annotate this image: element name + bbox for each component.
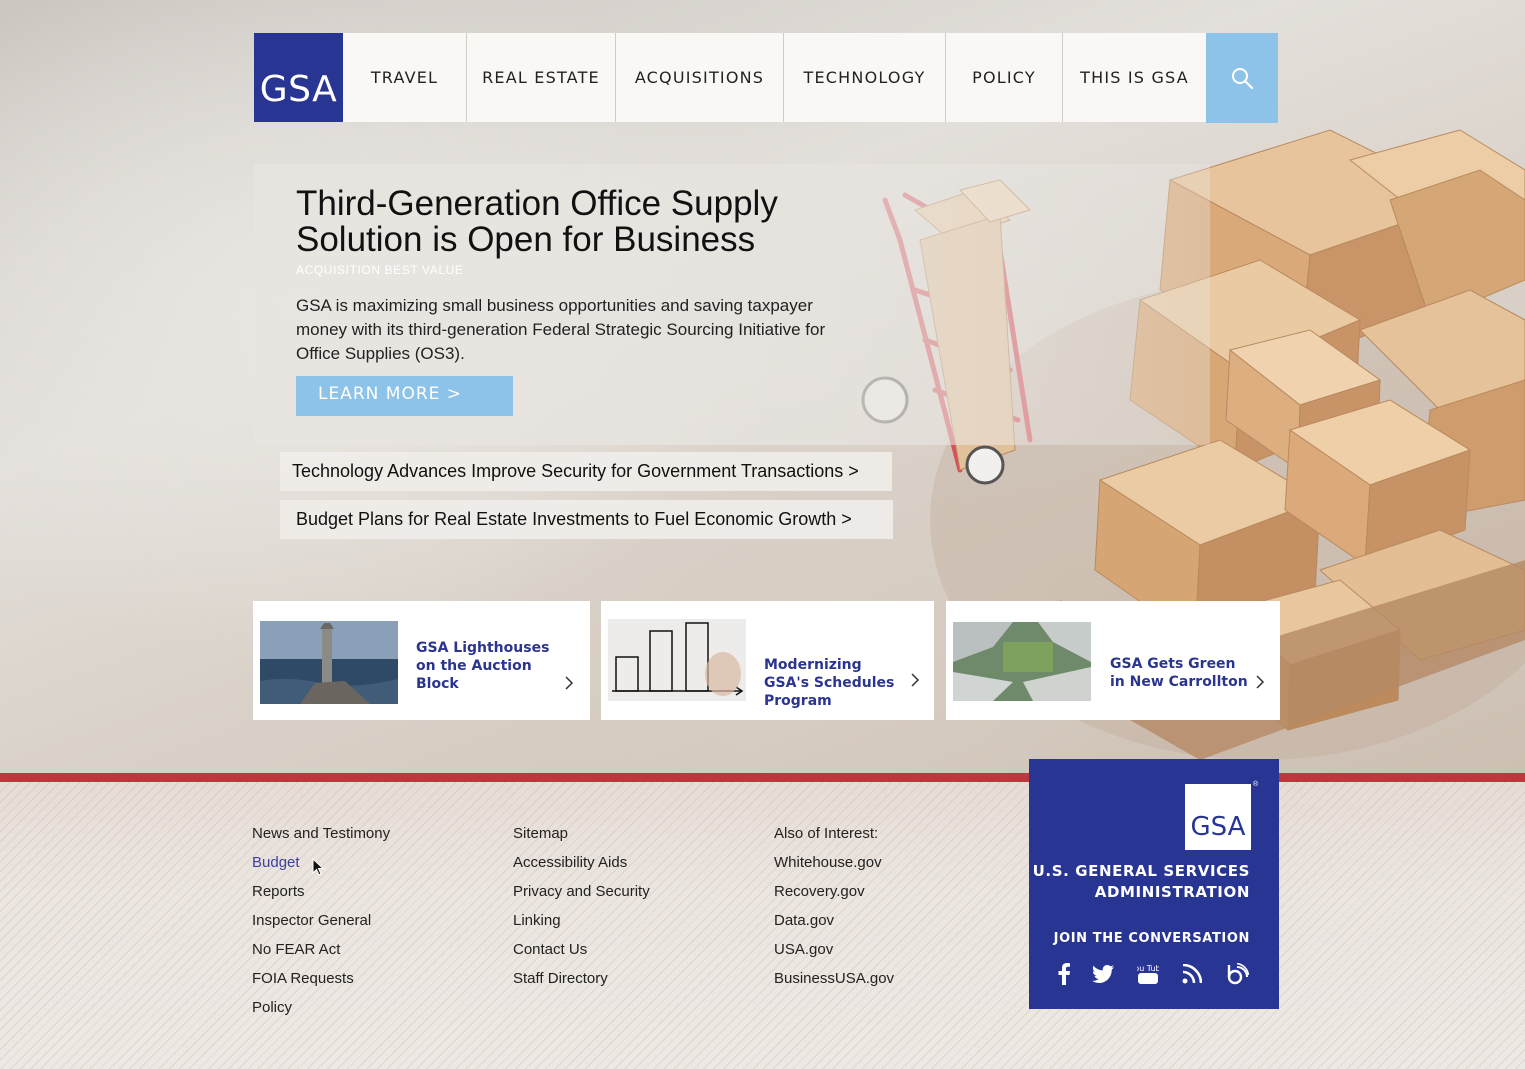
chevron-right-icon <box>565 676 574 690</box>
gsa-logo-text: GSA <box>259 69 338 110</box>
site-footer: News and Testimony Budget Reports Inspec… <box>0 782 1525 1069</box>
mouse-cursor-icon <box>312 858 324 876</box>
footer-link-usa[interactable]: USA.gov <box>774 941 894 970</box>
agency-panel: GSA ® U.S. GENERAL SERVICES ADMINISTRATI… <box>1029 759 1279 1009</box>
headline-link-budget[interactable]: Budget Plans for Real Estate Investments… <box>280 500 893 539</box>
gsa-footer-logo[interactable]: GSA <box>1185 784 1251 850</box>
hero-title[interactable]: Third-Generation Office Supply Solution … <box>296 186 856 258</box>
nav-item-policy[interactable]: POLICY <box>946 33 1063 122</box>
feature-card-schedules[interactable]: Modernizing GSA's Schedules Program <box>601 601 934 720</box>
footer-column-site: Sitemap Accessibility Aids Privacy and S… <box>513 825 650 999</box>
footer-link-recovery[interactable]: Recovery.gov <box>774 883 894 912</box>
search-button[interactable] <box>1206 33 1278 123</box>
footer-link-linking[interactable]: Linking <box>513 912 650 941</box>
blog-icon[interactable] <box>1226 962 1250 986</box>
building-aerial-thumbnail <box>953 622 1091 701</box>
nav-item-acquisitions[interactable]: ACQUISITIONS <box>616 33 784 122</box>
footer-link-no-fear[interactable]: No FEAR Act <box>252 941 390 970</box>
search-icon <box>1232 68 1254 90</box>
chart-sketch-thumbnail <box>608 619 746 701</box>
headline-link-security[interactable]: Technology Advances Improve Security for… <box>280 452 892 491</box>
chevron-right-icon <box>1256 675 1265 689</box>
footer-divider <box>0 773 1525 782</box>
nav-item-technology[interactable]: TECHNOLOGY <box>784 33 946 122</box>
rss-icon[interactable] <box>1180 962 1204 986</box>
footer-heading-also-of-interest: Also of Interest: <box>774 825 879 842</box>
agency-name-line1: U.S. GENERAL SERVICES <box>1032 862 1250 880</box>
feature-card-lighthouses[interactable]: GSA Lighthouses on the Auction Block <box>253 601 590 720</box>
nav-item-real-estate[interactable]: REAL ESTATE <box>467 33 616 122</box>
footer-link-staff-directory[interactable]: Staff Directory <box>513 970 650 999</box>
lighthouse-thumbnail <box>260 621 398 704</box>
agency-name: U.S. GENERAL SERVICES ADMINISTRATION <box>1033 861 1250 903</box>
feature-card-carrollton[interactable]: GSA Gets Green in New Carrollton <box>946 601 1280 720</box>
youtube-icon[interactable]: You Tube <box>1136 962 1160 986</box>
hero-description: GSA is maximizing small business opportu… <box>296 296 826 363</box>
footer-link-inspector-general[interactable]: Inspector General <box>252 912 390 941</box>
footer-link-reports[interactable]: Reports <box>252 883 390 912</box>
footer-link-whitehouse[interactable]: Whitehouse.gov <box>774 854 894 883</box>
youtube-icon-label: You Tube <box>1137 964 1159 973</box>
footer-column-about: News and Testimony Budget Reports Inspec… <box>252 825 390 1028</box>
footer-link-data[interactable]: Data.gov <box>774 912 894 941</box>
footer-link-policy[interactable]: Policy <box>252 999 390 1028</box>
footer-link-accessibility[interactable]: Accessibility Aids <box>513 854 650 883</box>
card-title: GSA Lighthouses on the Auction Block <box>416 640 550 692</box>
footer-link-contact[interactable]: Contact Us <box>513 941 650 970</box>
chevron-right-icon <box>911 673 920 687</box>
agency-name-line2: ADMINISTRATION <box>1094 883 1250 901</box>
footer-link-privacy[interactable]: Privacy and Security <box>513 883 650 912</box>
gsa-logo[interactable]: GSA <box>254 33 343 122</box>
nav-item-travel[interactable]: TRAVEL <box>343 33 467 122</box>
nav-item-this-is-gsa[interactable]: THIS IS GSA <box>1063 33 1206 122</box>
footer-link-foia[interactable]: FOIA Requests <box>252 970 390 999</box>
card-title: Modernizing GSA's Schedules Program <box>764 657 895 709</box>
learn-more-button[interactable]: LEARN MORE > <box>296 376 513 416</box>
card-title: GSA Gets Green in New Carrollton <box>1110 656 1248 690</box>
join-conversation-heading: JOIN THE CONVERSATION <box>1053 931 1250 946</box>
footer-link-news[interactable]: News and Testimony <box>252 825 390 854</box>
main-nav: GSA TRAVEL REAL ESTATE ACQUISITIONS TECH… <box>254 33 1278 123</box>
footer-link-businessusa[interactable]: BusinessUSA.gov <box>774 970 894 999</box>
gsa-footer-logo-text: GSA <box>1190 812 1246 842</box>
twitter-icon[interactable] <box>1091 962 1115 986</box>
hero-category: ACQUISITION BEST VALUE <box>296 263 464 277</box>
footer-link-sitemap[interactable]: Sitemap <box>513 825 650 854</box>
registered-mark: ® <box>1253 781 1259 788</box>
nav-menu: TRAVEL REAL ESTATE ACQUISITIONS TECHNOLO… <box>343 33 1206 122</box>
facebook-icon[interactable] <box>1052 962 1076 986</box>
hero-feature: Third-Generation Office Supply Solution … <box>254 164 1210 445</box>
footer-column-interest: Also of Interest: Whitehouse.gov Recover… <box>774 825 894 999</box>
